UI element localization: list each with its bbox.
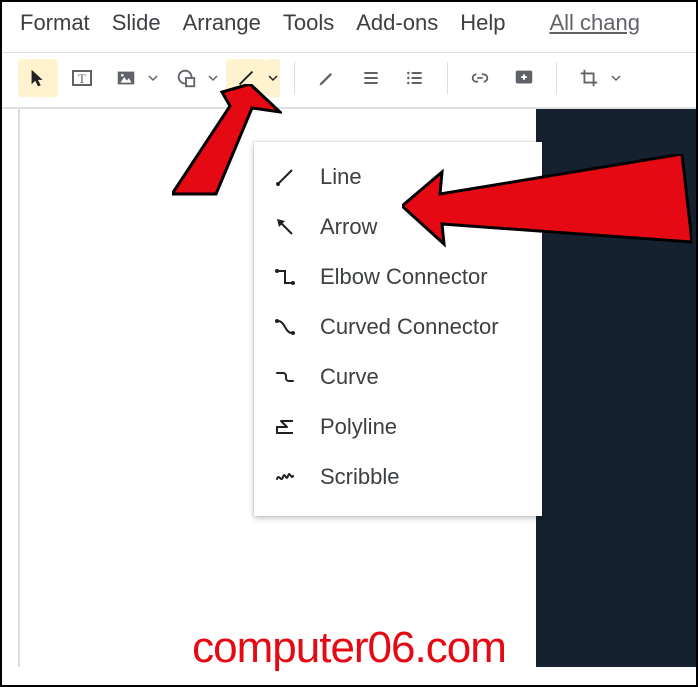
line-menu-label: Polyline	[320, 408, 397, 446]
app-frame: Format Slide Arrange Tools Add-ons Help …	[0, 0, 698, 687]
line-menu-arrow[interactable]: Arrow	[254, 202, 542, 252]
line-menu-label: Line	[320, 158, 362, 196]
line-tool-icon	[235, 67, 257, 89]
menu-addons[interactable]: Add-ons	[356, 10, 438, 36]
toolbar: T	[2, 53, 696, 109]
chevron-down-icon	[268, 73, 278, 83]
line-menu-scribble[interactable]: Scribble	[254, 452, 542, 502]
menu-help[interactable]: Help	[460, 10, 505, 36]
crop-dropdown[interactable]	[609, 59, 623, 97]
image-dropdown[interactable]	[146, 59, 160, 97]
slide-dark-region	[536, 109, 696, 667]
polyline-icon	[272, 414, 298, 440]
image-icon	[115, 67, 137, 89]
select-tool-button[interactable]	[18, 59, 58, 97]
cursor-icon	[27, 67, 49, 89]
line-dropdown[interactable]	[266, 59, 280, 97]
curved-connector-icon	[272, 314, 298, 340]
all-changes-saved-link[interactable]: All chang	[549, 10, 640, 36]
line-menu-polyline[interactable]: Polyline	[254, 402, 542, 452]
shape-dropdown[interactable]	[206, 59, 220, 97]
menu-slide[interactable]: Slide	[112, 10, 161, 36]
pen-icon	[317, 68, 337, 88]
svg-text:T: T	[78, 71, 86, 86]
list-icon	[405, 68, 425, 88]
align-button[interactable]	[351, 59, 391, 97]
crop-button[interactable]	[569, 59, 609, 97]
menu-format[interactable]: Format	[20, 10, 90, 36]
link-button[interactable]	[460, 59, 500, 97]
chevron-down-icon	[148, 73, 158, 83]
textbox-button[interactable]: T	[62, 59, 102, 97]
line-menu-label: Arrow	[320, 208, 377, 246]
chevron-down-icon	[611, 73, 621, 83]
textbox-icon: T	[70, 66, 94, 90]
list-button[interactable]	[395, 59, 435, 97]
menubar: Format Slide Arrange Tools Add-ons Help …	[2, 2, 696, 53]
toolbar-separator	[556, 62, 557, 94]
line-menu-line[interactable]: Line	[254, 152, 542, 202]
line-menu-elbow[interactable]: Elbow Connector	[254, 252, 542, 302]
line-menu-label: Curved Connector	[320, 308, 499, 346]
menu-arrange[interactable]: Arrange	[183, 10, 261, 36]
link-icon	[469, 67, 491, 89]
elbow-connector-icon	[272, 264, 298, 290]
pen-button[interactable]	[307, 59, 347, 97]
line-menu-label: Elbow Connector	[320, 258, 488, 296]
line-menu: Line Arrow Elbow Connector Curved Connec…	[254, 142, 542, 516]
toolbar-separator	[447, 62, 448, 94]
shape-icon	[175, 67, 197, 89]
chevron-down-icon	[208, 73, 218, 83]
line-menu-curved[interactable]: Curved Connector	[254, 302, 542, 352]
align-icon	[361, 68, 381, 88]
curve-icon	[272, 364, 298, 390]
line-menu-label: Scribble	[320, 458, 399, 496]
add-comment-icon	[513, 67, 535, 89]
line-menu-label: Curve	[320, 358, 379, 396]
line-menu-curve[interactable]: Curve	[254, 352, 542, 402]
watermark-text: computer06.com	[192, 623, 506, 673]
line-icon	[272, 164, 298, 190]
crop-icon	[578, 67, 600, 89]
line-tool-button[interactable]	[226, 59, 266, 97]
arrow-icon	[272, 214, 298, 240]
slide-panel-edge	[2, 109, 20, 667]
comment-button[interactable]	[504, 59, 544, 97]
shape-button[interactable]	[166, 59, 206, 97]
scribble-icon	[272, 464, 298, 490]
toolbar-separator	[294, 62, 295, 94]
menu-tools[interactable]: Tools	[283, 10, 334, 36]
image-button[interactable]	[106, 59, 146, 97]
